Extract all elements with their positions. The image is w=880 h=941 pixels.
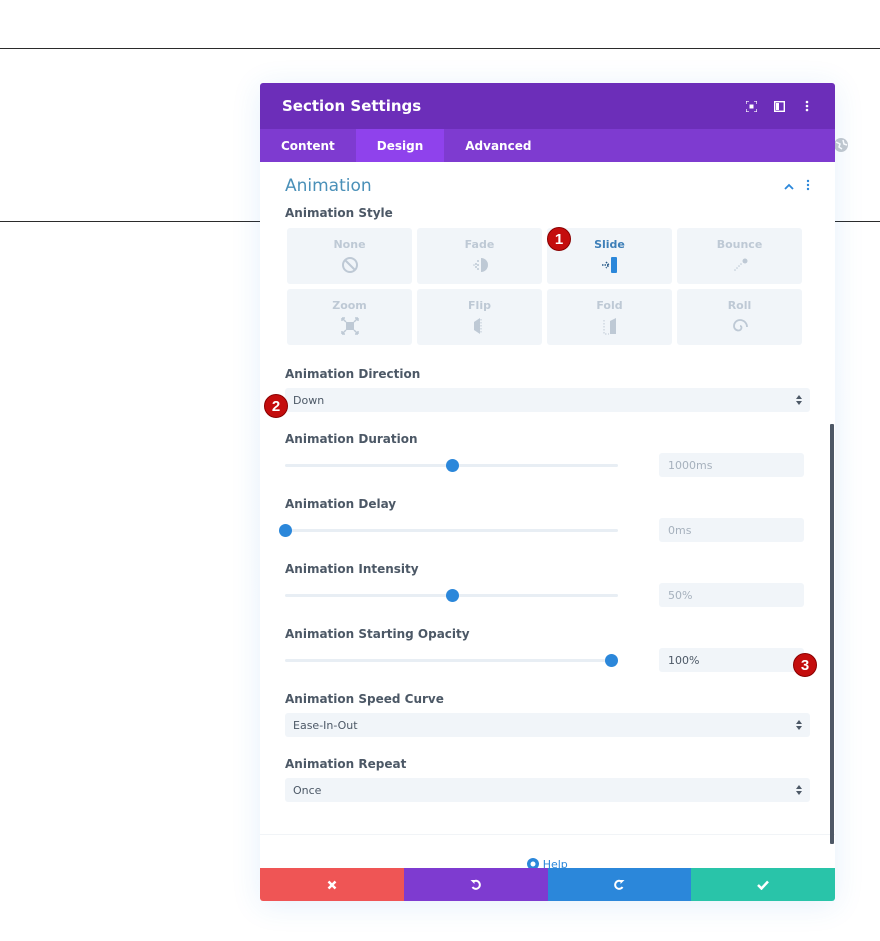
animation-duration-slider[interactable]	[285, 458, 618, 472]
animation-intensity-label: Animation Intensity	[285, 562, 419, 576]
split-view-icon[interactable]	[773, 100, 785, 112]
roll-icon	[732, 319, 748, 332]
modal-header: Section Settings	[260, 83, 835, 129]
style-label: Slide	[594, 238, 625, 251]
style-label: Zoom	[332, 299, 367, 312]
select-arrows-icon	[796, 395, 802, 405]
animation-speed-curve-field: Animation Speed Curve Ease-In-Out	[285, 692, 810, 737]
animation-repeat-value: Once	[293, 783, 322, 797]
more-vertical-icon[interactable]	[801, 100, 813, 112]
focus-icon[interactable]	[745, 100, 757, 112]
animation-delay-field: Animation Delay 0ms	[279, 497, 810, 542]
modal-scrollbar[interactable]	[830, 424, 834, 844]
help-icon	[527, 858, 540, 868]
style-option-zoom[interactable]: Zoom	[287, 289, 412, 345]
animation-direction-field: Animation Direction Down	[285, 367, 810, 412]
animation-repeat-field: Animation Repeat Once	[285, 757, 810, 802]
animation-delay-slider[interactable]	[279, 523, 618, 537]
style-option-roll[interactable]: Roll	[677, 289, 802, 345]
slider-handle[interactable]	[445, 458, 459, 472]
style-option-bounce[interactable]: Bounce	[677, 228, 802, 284]
animation-direction-select[interactable]: Down	[285, 388, 810, 412]
style-label: Fade	[464, 238, 495, 251]
slider-handle[interactable]	[279, 523, 292, 537]
help-label: Help	[542, 858, 568, 868]
modal-title: Section Settings	[282, 97, 422, 115]
style-label: Fold	[596, 299, 623, 312]
animation-speed-curve-value: Ease-In-Out	[293, 718, 358, 732]
animation-direction-value: Down	[293, 393, 325, 407]
undo-icon	[470, 879, 481, 890]
animation-delay-input[interactable]: 0ms	[659, 518, 804, 542]
animation-speed-curve-select[interactable]: Ease-In-Out	[285, 713, 810, 737]
animation-direction-label: Animation Direction	[285, 367, 421, 381]
chevron-up-icon[interactable]	[784, 180, 794, 193]
no-symbol-icon	[341, 257, 358, 273]
animation-duration-input[interactable]: 1000ms	[659, 453, 804, 477]
save-button[interactable]	[691, 868, 835, 901]
content-divider	[260, 834, 835, 835]
modal-content: Animation Animation Style None Fade Slid…	[260, 162, 835, 868]
animation-intensity-input[interactable]: 50%	[659, 583, 804, 607]
step-badge-1: 1	[547, 227, 571, 251]
step-badge-3: 3	[793, 653, 817, 677]
animation-opacity-label: Animation Starting Opacity	[285, 627, 470, 641]
style-label: None	[333, 238, 366, 251]
select-arrows-icon	[796, 785, 802, 795]
animation-duration-field: Animation Duration 1000ms	[285, 432, 810, 477]
help-link[interactable]: Help	[260, 858, 835, 868]
animation-duration-label: Animation Duration	[285, 432, 418, 446]
bounce-icon	[733, 258, 747, 271]
animation-intensity-field: Animation Intensity 50%	[285, 562, 810, 607]
fade-icon	[472, 258, 488, 272]
animation-opacity-field: Animation Starting Opacity 100%	[285, 627, 810, 672]
redo-button[interactable]	[547, 868, 692, 901]
step-badge-2: 2	[264, 394, 288, 418]
slider-handle[interactable]	[605, 653, 619, 667]
close-icon	[327, 880, 337, 889]
style-option-fold[interactable]: Fold	[547, 289, 672, 345]
cancel-button[interactable]	[260, 868, 404, 901]
animation-section-header[interactable]: Animation	[285, 162, 810, 210]
style-label: Roll	[727, 299, 752, 312]
style-option-none[interactable]: None	[287, 228, 412, 284]
section-settings-modal: Section Settings Content Design Advanced…	[260, 83, 835, 901]
animation-delay-label: Animation Delay	[285, 497, 397, 511]
section-title: Animation	[285, 176, 372, 196]
slide-icon	[601, 257, 617, 273]
tab-design[interactable]: Design	[355, 129, 445, 162]
check-icon	[757, 880, 770, 890]
flip-icon	[473, 318, 481, 334]
tab-advanced[interactable]: Advanced	[444, 129, 552, 162]
undo-button[interactable]	[403, 868, 548, 901]
globe-icon	[834, 138, 848, 152]
style-option-flip[interactable]: Flip	[417, 289, 542, 345]
animation-intensity-slider[interactable]	[285, 588, 618, 602]
style-label: Flip	[468, 299, 491, 312]
animation-repeat-label: Animation Repeat	[285, 757, 407, 771]
modal-tabs: Content Design Advanced	[260, 129, 835, 162]
zoom-icon	[340, 317, 359, 335]
more-vertical-icon[interactable]	[806, 179, 810, 194]
modal-footer	[260, 868, 835, 901]
page-divider-top	[0, 48, 880, 49]
animation-speed-curve-label: Animation Speed Curve	[285, 692, 444, 706]
style-label: Bounce	[716, 238, 763, 251]
redo-icon	[614, 879, 625, 890]
select-arrows-icon	[796, 720, 802, 730]
animation-style-label: Animation Style	[285, 206, 393, 220]
slider-handle[interactable]	[445, 588, 459, 602]
tab-content[interactable]: Content	[260, 129, 356, 162]
animation-opacity-slider[interactable]	[285, 653, 619, 667]
style-option-fade[interactable]: Fade	[417, 228, 542, 284]
animation-repeat-select[interactable]: Once	[285, 778, 810, 802]
fold-icon	[603, 318, 616, 335]
animation-opacity-input[interactable]: 100%	[659, 648, 804, 672]
